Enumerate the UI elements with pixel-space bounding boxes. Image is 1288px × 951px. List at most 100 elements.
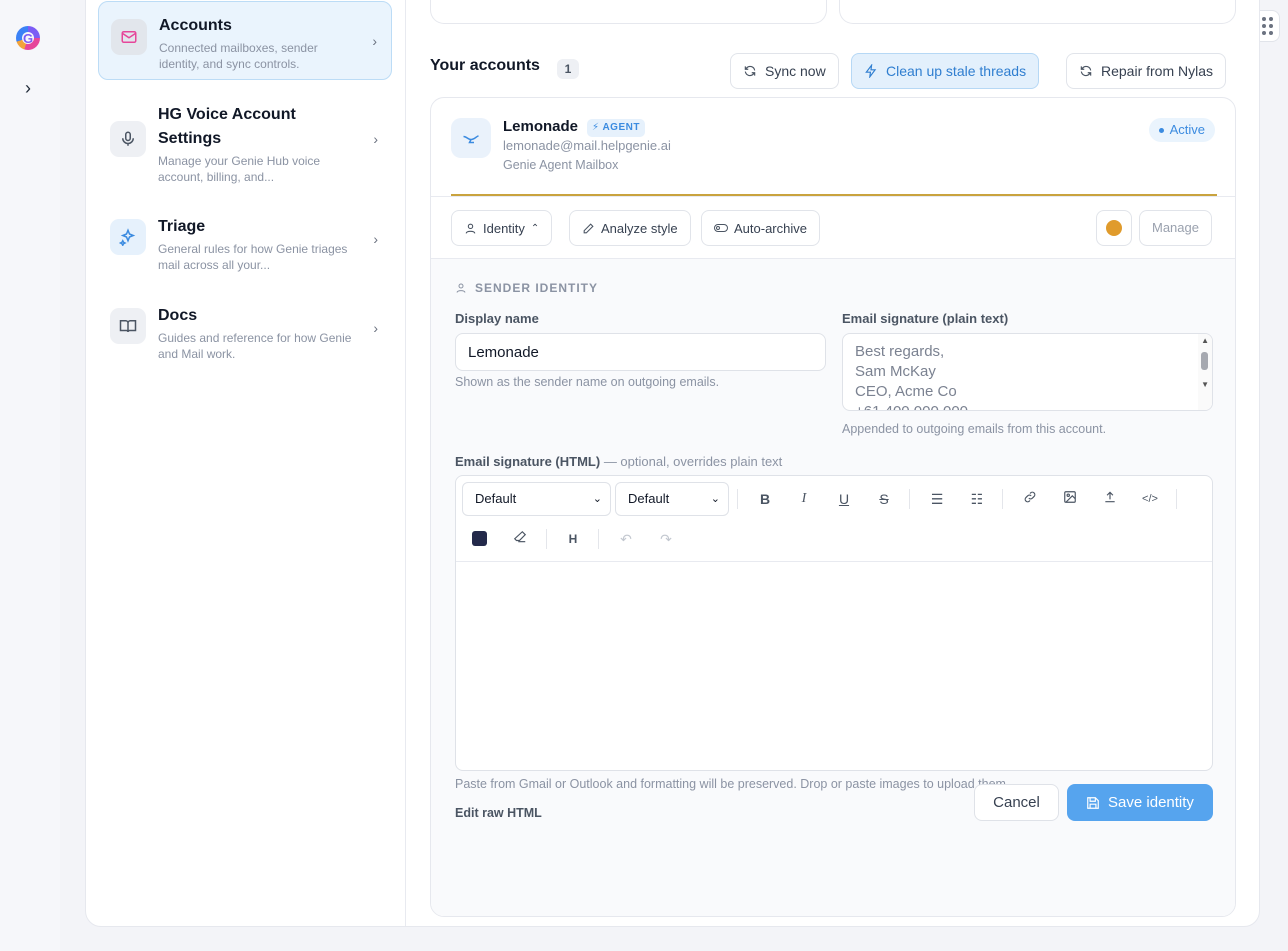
editor-body[interactable] — [456, 562, 1212, 770]
signature-line: +61 400 000 000 — [855, 402, 968, 410]
sidebar-item-title: HG Voice Account Settings — [158, 106, 296, 147]
accounts-content: Your accounts 1 Sync now Clean up stale … — [430, 0, 1236, 926]
account-email: lemonade@mail.helpgenie.ai — [503, 138, 671, 153]
display-name-input[interactable]: Lemonade — [455, 333, 826, 371]
bullet-list-icon[interactable]: ☰ — [925, 487, 949, 511]
underline-icon[interactable]: U — [832, 487, 856, 511]
app-rail: G › — [0, 0, 60, 951]
sidebar-item-title: Triage — [158, 218, 206, 235]
html-signature-label: Email signature (HTML) — optional, overr… — [455, 454, 782, 469]
clean-up-label: Clean up stale threads — [886, 63, 1027, 79]
sync-now-label: Sync now — [765, 63, 826, 79]
mail-icon — [111, 19, 147, 55]
italic-icon[interactable]: I — [792, 487, 816, 511]
genie-lamp-icon — [451, 118, 491, 158]
image-icon[interactable] — [1058, 487, 1082, 511]
chevron-right-icon: › — [373, 231, 378, 247]
sidebar-item-desc: General rules for how Genie triages mail… — [158, 242, 348, 272]
eraser-icon[interactable] — [508, 527, 532, 551]
agent-badge-label: AGENT — [602, 122, 640, 133]
account-label: Genie Agent Mailbox — [503, 158, 619, 172]
sidebar-item-accounts[interactable]: Accounts Connected mailboxes, sender ide… — [98, 1, 392, 80]
link-icon[interactable] — [1018, 487, 1042, 511]
grid-dot-icon — [1262, 24, 1266, 28]
settings-sidebar: Accounts Connected mailboxes, sender ide… — [86, 0, 406, 926]
size-select[interactable]: Default ⌄ — [615, 482, 729, 516]
sidebar-item-desc: Manage your Genie Hub voice account, bil… — [158, 154, 321, 184]
save-icon — [1087, 796, 1099, 809]
refresh-icon — [744, 65, 756, 77]
upload-icon[interactable] — [1098, 487, 1122, 511]
font-select[interactable]: Default ⌄ — [462, 482, 611, 516]
redo-icon[interactable]: ↷ — [654, 527, 678, 551]
color-picker-button[interactable] — [1096, 210, 1132, 246]
edit-raw-html-link[interactable]: Edit raw HTML — [455, 806, 542, 820]
strikethrough-icon[interactable]: S — [872, 487, 896, 511]
undo-icon[interactable]: ↶ — [614, 527, 638, 551]
chevron-down-icon: ⌄ — [710, 493, 720, 505]
manage-button[interactable]: Manage — [1139, 210, 1212, 246]
repair-label: Repair from Nylas — [1101, 63, 1214, 79]
sidebar-item-docs[interactable]: Docs Guides and reference for how Genie … — [98, 292, 392, 364]
identity-tab[interactable]: Identity ⌃ — [451, 210, 553, 246]
chevron-right-icon[interactable]: › — [18, 78, 38, 98]
scroll-down-icon[interactable]: ▼ — [1201, 380, 1209, 389]
code-icon[interactable]: </> — [1138, 487, 1162, 511]
sidebar-item-desc: Connected mailboxes, sender identity, an… — [159, 41, 318, 71]
signature-text: Best regards, Sam McKay CEO, Acme Co +61… — [855, 342, 968, 410]
agent-badge: ⚡ AGENT — [587, 119, 645, 137]
numbered-list-icon[interactable]: ☷ — [965, 487, 989, 511]
save-identity-button[interactable]: Save identity — [1067, 784, 1213, 821]
sidebar-item-voice[interactable]: HG Voice Account Settings Manage your Ge… — [98, 91, 392, 187]
analyze-style-label: Analyze style — [601, 220, 678, 236]
accounts-heading: Your accounts — [430, 57, 540, 74]
signature-textarea[interactable]: Best regards, Sam McKay CEO, Acme Co +61… — [842, 333, 1213, 411]
toggle-icon — [714, 224, 728, 232]
sidebar-item-title: Docs — [158, 307, 198, 324]
heading-button[interactable]: H — [561, 527, 585, 551]
accounts-header: Your accounts 1 Sync now Clean up stale … — [430, 53, 1236, 93]
clean-up-button[interactable]: Clean up stale threads — [851, 53, 1040, 89]
bold-icon[interactable]: B — [753, 487, 777, 511]
identity-tab-label: Identity — [483, 220, 525, 236]
toolbar-separator — [598, 529, 599, 549]
toolbar-separator — [1002, 489, 1003, 509]
toolbar-separator — [737, 489, 738, 509]
user-icon — [456, 283, 466, 293]
display-name-help: Shown as the sender name on outgoing ema… — [455, 375, 720, 389]
section-title-text: SENDER IDENTITY — [475, 281, 599, 295]
scrollbar[interactable] — [1198, 334, 1212, 410]
app-logo[interactable]: G — [16, 26, 40, 50]
pencil-icon — [583, 222, 594, 233]
auto-archive-tab[interactable]: Auto-archive — [701, 210, 820, 246]
sidebar-item-triage[interactable]: Triage General rules for how Genie triag… — [98, 203, 392, 275]
lightning-icon — [865, 64, 877, 78]
toolbar-separator — [546, 529, 547, 549]
refresh-icon — [1080, 65, 1092, 77]
scrollbar-thumb[interactable] — [1201, 352, 1208, 370]
cancel-button[interactable]: Cancel — [974, 784, 1059, 821]
auto-archive-label: Auto-archive — [734, 220, 807, 236]
scroll-up-icon[interactable]: ▲ — [1201, 336, 1209, 345]
repair-button[interactable]: Repair from Nylas — [1066, 53, 1227, 89]
signature-line: Sam McKay — [855, 363, 936, 380]
section-title: SENDER IDENTITY — [455, 281, 598, 295]
color-dot — [1106, 220, 1122, 236]
editor-toolbar: Default ⌄ Default ⌄ B I U S ☰ ☷ </> H ↶ … — [456, 476, 1212, 562]
chevron-right-icon: › — [372, 32, 377, 49]
editor-help: Paste from Gmail or Outlook and formatti… — [455, 777, 1010, 791]
account-name: Lemonade — [503, 118, 579, 135]
book-icon — [110, 308, 146, 344]
html-signature-editor: Default ⌄ Default ⌄ B I U S ☰ ☷ </> H ↶ … — [455, 475, 1213, 771]
accounts-count-badge: 1 — [557, 59, 579, 79]
signature-help: Appended to outgoing emails from this ac… — [842, 422, 1107, 436]
text-color-swatch[interactable] — [472, 531, 487, 546]
signature-line: Best regards, — [855, 343, 945, 360]
signature-label: Email signature (plain text) — [842, 311, 1009, 326]
analyze-style-tab[interactable]: Analyze style — [569, 210, 691, 246]
status-badge: Active — [1148, 118, 1215, 142]
grid-dot-icon — [1262, 17, 1266, 21]
divider — [431, 196, 1235, 197]
toolbar-separator — [909, 489, 910, 509]
sync-now-button[interactable]: Sync now — [730, 53, 839, 89]
